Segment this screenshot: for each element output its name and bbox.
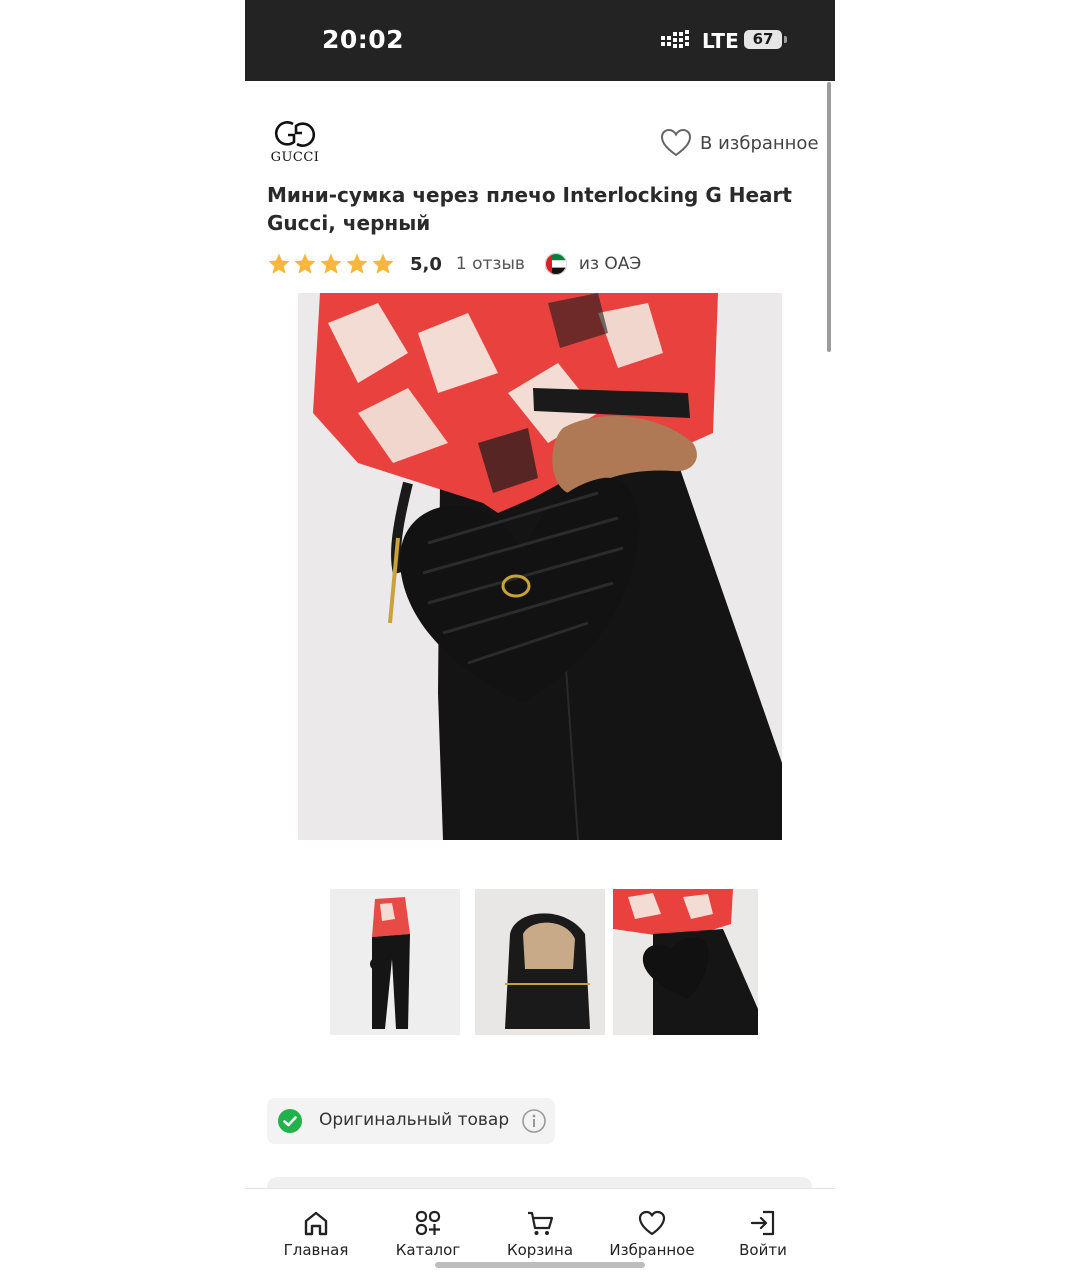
heart-icon <box>638 1210 666 1236</box>
home-icon <box>304 1211 328 1236</box>
star-icon <box>268 253 290 274</box>
original-product-label: Оригинальный товар <box>319 1110 510 1130</box>
status-bar: 20:02 LTE 67 <box>245 0 835 81</box>
network-label: LTE <box>702 29 739 53</box>
thumbnail-1[interactable] <box>330 889 460 1035</box>
signal-icon <box>661 30 689 48</box>
battery-tip <box>784 36 787 43</box>
star-rating <box>267 252 397 276</box>
favorite-label: В избранное <box>700 132 819 154</box>
thumbnail-3-selected[interactable] <box>613 889 758 1035</box>
star-icon <box>372 253 394 274</box>
nav-favorites-label: Избранное <box>609 1241 695 1259</box>
nav-catalog[interactable]: Каталог <box>373 1209 483 1265</box>
battery-icon: 67 <box>744 30 782 49</box>
star-icon <box>346 253 368 274</box>
star-icon <box>320 253 342 274</box>
origin-country: из ОАЭ <box>578 254 642 274</box>
star-icon <box>294 253 316 274</box>
nav-cart-label: Корзина <box>506 1241 574 1259</box>
uae-flag-icon <box>544 253 567 275</box>
nav-login-label: Войти <box>739 1241 787 1259</box>
brand-name: GUCCI <box>270 150 320 165</box>
nav-cart[interactable]: Корзина <box>485 1209 595 1265</box>
thumbnail-photo <box>330 889 460 1035</box>
thumbnail-photo <box>613 889 758 1035</box>
nav-home-label: Главная <box>283 1241 349 1259</box>
main-product-image[interactable] <box>298 293 782 840</box>
original-product-badge[interactable]: Оригинальный товар <box>267 1098 555 1144</box>
rating-row: 5,0 1 отзыв из ОАЭ <box>267 250 641 278</box>
gucci-gg-icon <box>274 121 316 147</box>
thumbnail-photo <box>475 889 605 1035</box>
nav-login[interactable]: Войти <box>708 1209 818 1265</box>
nav-home[interactable]: Главная <box>261 1209 371 1265</box>
brand-logo[interactable]: GUCCI <box>267 118 323 168</box>
product-photo <box>298 293 782 840</box>
info-icon[interactable] <box>522 1109 546 1133</box>
phone-screen: 20:02 LTE 67 GUCCI В избранное Мини-сумк… <box>245 0 835 1280</box>
thumbnail-2[interactable] <box>475 889 605 1035</box>
check-circle-icon <box>278 1109 302 1133</box>
product-title: Мини-сумка через плечо Interlocking G He… <box>267 183 792 235</box>
reviews-link[interactable]: 1 отзыв <box>456 254 525 274</box>
status-time: 20:02 <box>322 25 405 54</box>
add-to-favorites-button[interactable]: В избранное <box>660 127 819 159</box>
scrollbar[interactable] <box>827 82 831 352</box>
heart-outline-icon <box>660 128 692 157</box>
home-indicator <box>435 1262 645 1268</box>
login-icon <box>750 1210 775 1236</box>
nav-catalog-label: Каталог <box>395 1241 461 1259</box>
rating-value: 5,0 <box>410 253 442 275</box>
catalog-icon <box>415 1210 441 1236</box>
cart-icon <box>528 1211 554 1235</box>
nav-favorites[interactable]: Избранное <box>597 1209 707 1265</box>
